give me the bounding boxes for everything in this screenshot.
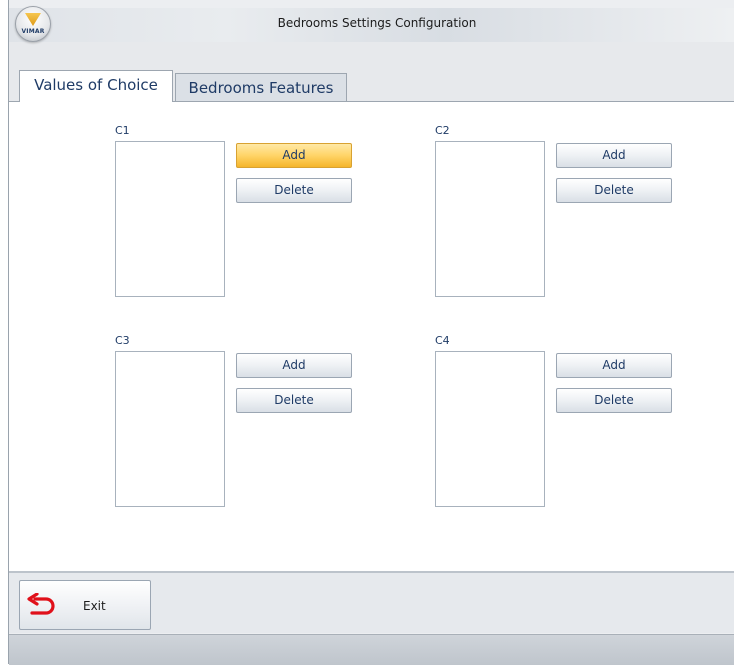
delete-button-c3[interactable]: Delete bbox=[236, 388, 352, 413]
tab-bedrooms-features[interactable]: Bedrooms Features bbox=[175, 73, 347, 103]
group-label-c1: C1 bbox=[115, 124, 130, 137]
listbox-c2[interactable] bbox=[435, 141, 545, 297]
values-of-choice-panel: C1 Add Delete C2 Add Delete C3 Add Delet… bbox=[9, 101, 734, 572]
add-button-c2[interactable]: Add bbox=[556, 143, 672, 168]
add-button-c4[interactable]: Add bbox=[556, 353, 672, 378]
listbox-c4[interactable] bbox=[435, 351, 545, 507]
footer-bar: Exit bbox=[9, 573, 734, 633]
add-button-c3[interactable]: Add bbox=[236, 353, 352, 378]
listbox-c1[interactable] bbox=[115, 141, 225, 297]
logo-shield-icon bbox=[25, 13, 41, 26]
settings-window: Bedrooms Settings Configuration VIMAR Va… bbox=[8, 0, 734, 665]
return-arrow-icon bbox=[27, 593, 55, 615]
exit-label: Exit bbox=[83, 599, 106, 613]
add-button-c1[interactable]: Add bbox=[236, 143, 352, 168]
tab-values-of-choice[interactable]: Values of Choice bbox=[19, 70, 173, 102]
group-label-c3: C3 bbox=[115, 334, 130, 347]
delete-button-c2[interactable]: Delete bbox=[556, 178, 672, 203]
delete-button-c4[interactable]: Delete bbox=[556, 388, 672, 413]
status-bar bbox=[9, 634, 734, 665]
window-title: Bedrooms Settings Configuration bbox=[277, 16, 477, 30]
logo-text: VIMAR bbox=[21, 28, 45, 35]
listbox-c3[interactable] bbox=[115, 351, 225, 507]
tab-strip: Values of Choice Bedrooms Features bbox=[9, 42, 734, 103]
title-bar: Bedrooms Settings Configuration bbox=[9, 8, 734, 42]
exit-button[interactable]: Exit bbox=[19, 580, 151, 630]
delete-button-c1[interactable]: Delete bbox=[236, 178, 352, 203]
vimar-logo-icon[interactable]: VIMAR bbox=[15, 6, 51, 42]
group-label-c2: C2 bbox=[435, 124, 450, 137]
group-label-c4: C4 bbox=[435, 334, 450, 347]
